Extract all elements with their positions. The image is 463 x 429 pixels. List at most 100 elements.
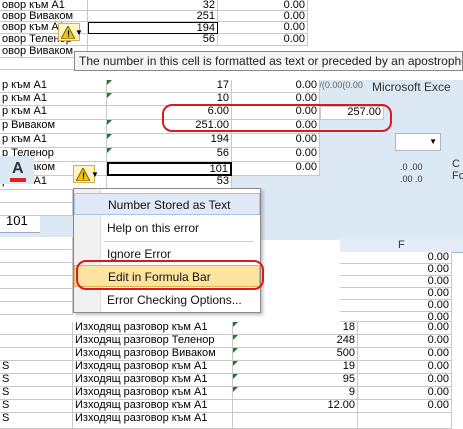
cell[interactable] xyxy=(0,190,73,203)
row-value: 251 xyxy=(196,11,215,22)
cell[interactable]: Изходящ разговор към А1 xyxy=(73,322,233,335)
cell[interactable] xyxy=(0,322,73,335)
cell[interactable] xyxy=(0,348,73,361)
cell-value: 0.00 xyxy=(427,276,449,287)
cell[interactable] xyxy=(358,413,452,429)
cell[interactable]: 0.00 xyxy=(358,322,452,335)
row-label: Изходящ разговор Теленор xyxy=(75,335,215,346)
cell[interactable]: S xyxy=(0,413,73,429)
cell-value: 0.00 xyxy=(427,264,449,275)
cell[interactable] xyxy=(0,237,73,250)
cell[interactable]: 0.00 xyxy=(232,134,320,148)
cell[interactable]: 0.00 xyxy=(340,252,452,264)
cell[interactable]: 32 xyxy=(88,0,218,11)
row-value: 53 xyxy=(216,176,229,187)
cell[interactable]: Изходящ разговор към А1 xyxy=(73,400,233,413)
cell[interactable]: 0.00 xyxy=(218,0,308,11)
row-marker: S xyxy=(2,361,10,372)
row-label: овор Виваком xyxy=(2,46,74,57)
cell[interactable] xyxy=(0,250,73,263)
error-indicator xyxy=(233,374,238,379)
warning-smart-tag-button[interactable]: ! ▼ xyxy=(73,165,99,183)
column-header-label: F xyxy=(398,239,405,251)
cell[interactable] xyxy=(0,203,73,216)
cell[interactable] xyxy=(0,335,73,348)
cell[interactable]: 0.00 xyxy=(340,288,452,300)
cell[interactable]: 0.00 xyxy=(232,80,320,93)
row-value: 19 xyxy=(342,361,355,372)
cell[interactable]: Изходящ разговор към А1 xyxy=(73,387,233,400)
menu-item-error-checking-options[interactable]: Error Checking Options... xyxy=(74,290,260,310)
cell[interactable]: 0.00 xyxy=(358,374,452,387)
cell[interactable] xyxy=(0,289,73,302)
cell[interactable]: 0.00 xyxy=(358,361,452,374)
cell[interactable]: 95 xyxy=(233,374,358,387)
cell[interactable] xyxy=(233,413,358,429)
mid-sheet: р към А1 17 0.00 р към А1 10 0.00 р към … xyxy=(0,80,320,190)
row-label: Изходящ разговор към А1 xyxy=(75,374,208,385)
cell[interactable]: Изходящ разговор към А1 xyxy=(73,413,233,429)
cell[interactable]: 0.00 xyxy=(340,300,452,312)
conditional-format-label[interactable]: C Fo xyxy=(452,158,463,188)
cell[interactable]: 0.00 xyxy=(218,22,308,34)
cell[interactable]: р Виваком xyxy=(0,120,107,134)
row-total: 0.00 xyxy=(295,162,317,173)
cell[interactable]: 0.00 xyxy=(340,264,452,276)
cell[interactable]: 194 xyxy=(88,22,218,34)
cell[interactable]: 56 xyxy=(107,148,232,162)
row-value: 56 xyxy=(216,148,229,159)
cell[interactable]: 17 xyxy=(107,80,232,93)
cell[interactable]: овор към А1 xyxy=(0,0,88,11)
cell[interactable]: 0.00 xyxy=(358,335,452,348)
cell[interactable]: S xyxy=(0,387,73,400)
row-label: р към А1 xyxy=(2,93,47,104)
cell[interactable]: 0.00 xyxy=(340,312,452,322)
cell[interactable]: 194 xyxy=(107,134,232,148)
cell[interactable]: Изходящ разговор Виваком xyxy=(73,348,233,361)
row-total: 0.00 xyxy=(427,335,449,346)
error-indicator xyxy=(107,148,112,153)
cell[interactable]: р към А1 xyxy=(0,106,107,120)
cell[interactable] xyxy=(0,302,73,315)
cell[interactable]: 56 xyxy=(88,34,218,46)
cell[interactable]: S xyxy=(0,374,73,387)
cell[interactable]: 19 xyxy=(233,361,358,374)
row-value: 9 xyxy=(348,387,355,398)
cell[interactable]: S xyxy=(0,400,73,413)
cell[interactable]: 0.00 xyxy=(232,148,320,162)
cell[interactable]: Изходящ разговор Теленор xyxy=(73,335,233,348)
cell[interactable]: Изходящ разговор към А1 xyxy=(73,374,233,387)
cell[interactable]: р към А1 xyxy=(0,134,107,148)
error-indicator xyxy=(233,361,238,366)
ribbon-dropdown[interactable]: ▼ xyxy=(395,133,441,151)
row-label: Изходящ разговор към А1 xyxy=(75,400,208,411)
cell[interactable]: 248 xyxy=(233,335,358,348)
cell[interactable]: 0.00 xyxy=(232,162,320,176)
warning-smart-tag-button[interactable]: ! ▼ xyxy=(58,23,83,41)
selected-cell[interactable]: 101 xyxy=(107,162,232,176)
column-header-f[interactable]: F xyxy=(340,238,463,253)
cell[interactable]: 0.00 xyxy=(358,348,452,361)
cell[interactable]: 251 xyxy=(88,11,218,22)
cell[interactable]: 0.00 xyxy=(340,276,452,288)
cell[interactable]: 0.00 xyxy=(358,387,452,400)
font-color-button[interactable]: A xyxy=(0,156,34,184)
cell[interactable]: 9 xyxy=(233,387,358,400)
decimal-buttons[interactable]: .0 .00 .00 .0 xyxy=(400,160,450,190)
cell[interactable]: 0.00 xyxy=(218,11,308,22)
cell[interactable]: овор Виваком xyxy=(0,11,88,22)
cell[interactable]: 12.00 xyxy=(233,400,358,413)
cell[interactable]: Изходящ разговор към А1 xyxy=(73,361,233,374)
cell[interactable]: 500 xyxy=(233,348,358,361)
cell[interactable]: р към А1 xyxy=(0,93,107,106)
cell[interactable] xyxy=(0,276,73,289)
menu-item-number-stored-as-text[interactable]: Number Stored as Text xyxy=(74,193,260,215)
menu-item-help-on-error[interactable]: Help on this error xyxy=(74,218,260,238)
cell[interactable]: S xyxy=(0,361,73,374)
cell-value: 0.00 xyxy=(427,312,449,322)
cell[interactable]: 18 xyxy=(233,322,358,335)
cell[interactable] xyxy=(0,263,73,276)
cell[interactable]: 0.00 xyxy=(358,400,452,413)
cell[interactable]: р към А1 xyxy=(0,80,107,93)
cell[interactable]: 0.00 xyxy=(218,34,308,46)
